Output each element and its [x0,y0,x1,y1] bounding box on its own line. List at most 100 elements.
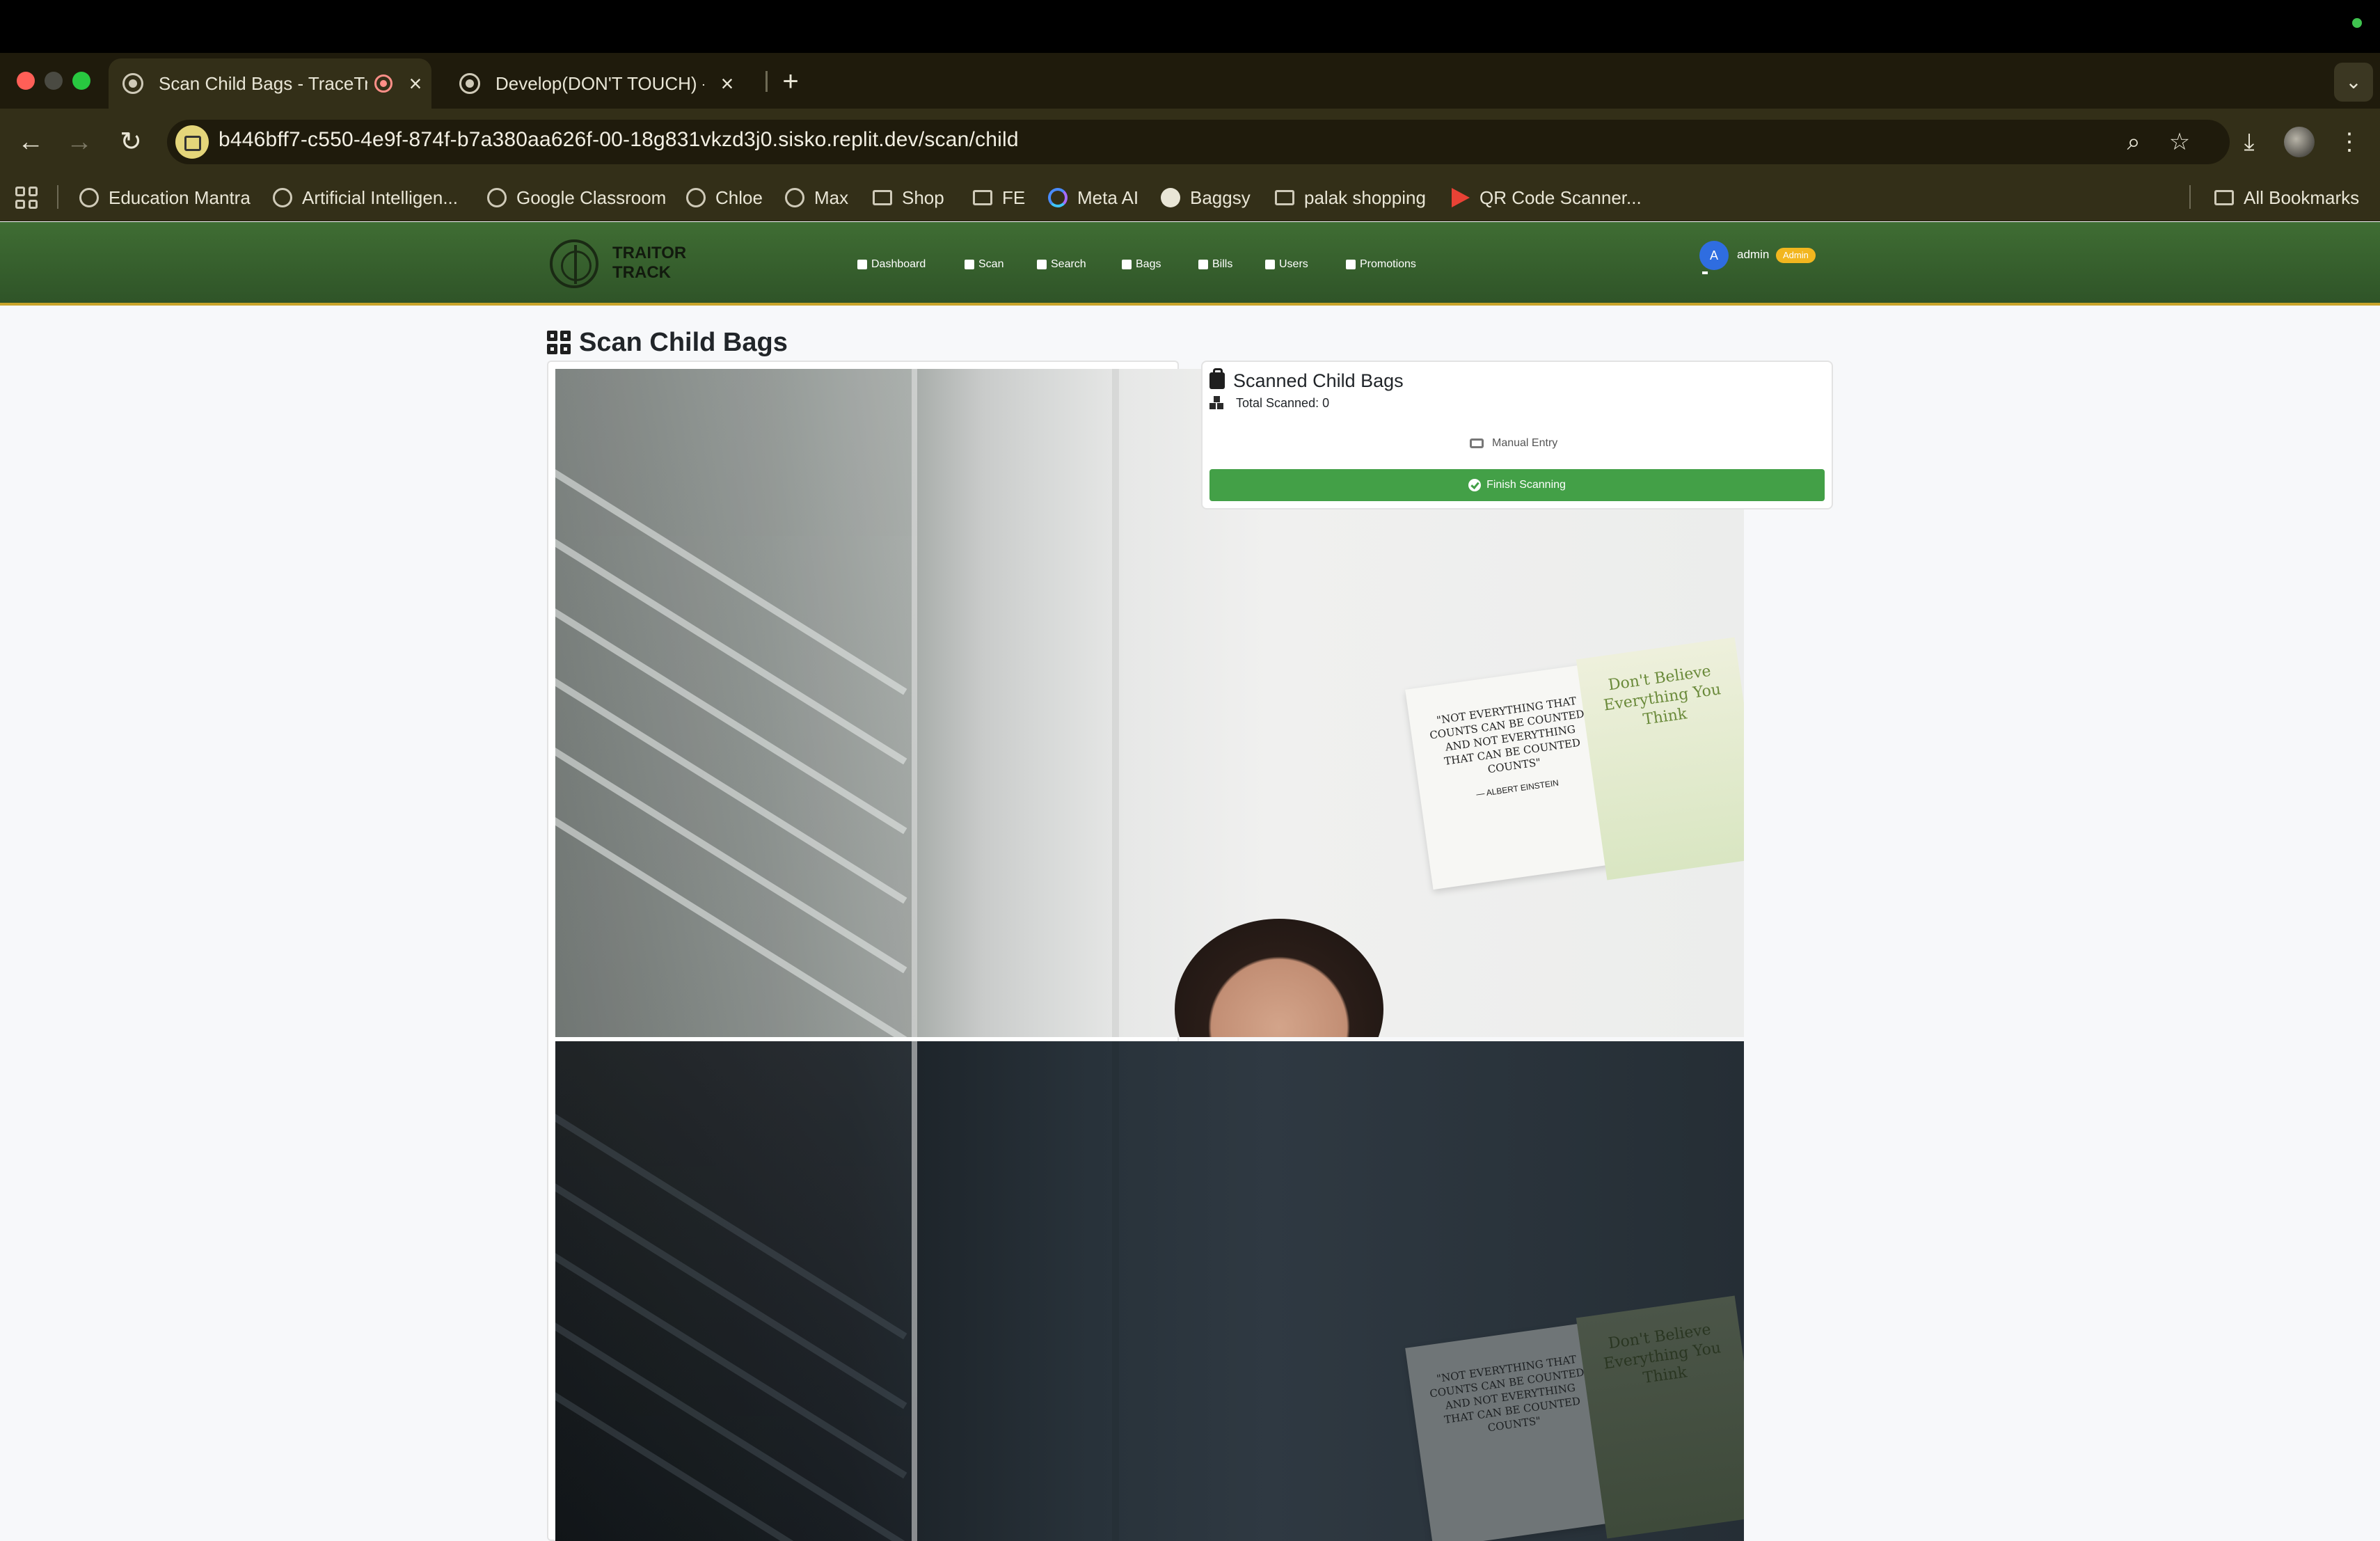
poster-quote: "NOT EVERYTHING THAT COUNTS CAN BE COUNT… [1429,1352,1588,1435]
bookmark-label: All Bookmarks [2244,187,2360,208]
boxes-icon [1209,396,1225,410]
app-logo-text[interactable]: TRAITOR TRACK [612,244,703,283]
bookmark-label: Meta AI [1077,187,1139,208]
close-icon[interactable]: × [405,72,426,95]
poster-quote: "NOT EVERYTHING THAT COUNTS CAN BE COUNT… [1429,694,1588,776]
bookmark-max[interactable]: Max [785,182,848,213]
window-zoom-button[interactable] [72,72,90,90]
nav-dashboard[interactable]: Dashboard [857,255,926,274]
camera-indicator-dot [2352,18,2362,28]
nav-bags[interactable]: Bags [1122,255,1161,274]
nav-label: Bills [1212,258,1233,270]
play-icon [1452,188,1470,207]
bags-icon [1122,260,1132,269]
page-title: Scan Child Bags [579,327,788,357]
chevron-down-icon[interactable] [1702,271,1708,274]
bookmark-palak-shopping[interactable]: palak shopping [1275,182,1426,213]
bill-icon [1198,260,1208,269]
finish-scanning-button[interactable]: Finish Scanning [1209,469,1825,501]
download-icon[interactable]: ⤓ [2232,125,2266,159]
camera-feed-secondary[interactable]: "NOT EVERYTHING THAT COUNTS CAN BE COUNT… [555,1041,1744,1541]
home-icon [857,260,867,269]
tab-develop[interactable]: Develop(DON'T TOUCH) - 50 × [445,58,765,109]
apps-grid-icon[interactable] [15,187,38,209]
bookmark-google-classroom[interactable]: Google Classroom [487,182,666,213]
folder-icon [2214,190,2234,205]
window-close-button[interactable] [17,72,35,90]
tab-search-button[interactable]: ⌄ [2334,63,2373,102]
bookmarks-separator [57,185,58,209]
bookmark-star-icon[interactable]: ☆ [2163,125,2196,159]
tab-title: Scan Child Bags - TraceTr [159,72,367,94]
poster-second-text: Don't Believe Everything You Think [1602,1320,1722,1387]
baggsy-icon [1161,188,1180,207]
bookmark-label: Artificial Intelligen... [302,187,458,208]
url-text[interactable]: b446bff7-c550-4e9f-874f-b7a380aa626f-00-… [219,128,1019,152]
bookmark-baggsy[interactable]: Baggsy [1161,182,1251,213]
profile-avatar[interactable] [2284,127,2315,157]
nav-users[interactable]: Users [1265,255,1308,274]
bookmark-education-mantra[interactable]: Education Mantra [79,182,251,213]
user-avatar[interactable]: A [1699,241,1729,270]
bookmark-label: Max [814,187,849,208]
nav-promotions[interactable]: Promotions [1346,255,1416,274]
nav-label: Promotions [1360,258,1416,270]
folder-icon [973,190,992,205]
finish-scanning-label: Finish Scanning [1486,479,1566,491]
nav-label: Search [1051,258,1086,270]
site-info-icon[interactable] [175,125,209,159]
bookmark-artificial-intelligence[interactable]: Artificial Intelligen... [273,182,458,213]
all-bookmarks[interactable]: All Bookmarks [2214,182,2359,213]
globe-icon [487,188,507,207]
bookmark-chloe[interactable]: Chloe [686,182,763,213]
bookmark-meta-ai[interactable]: Meta AI [1048,182,1139,213]
new-tab-button[interactable]: + [778,64,803,99]
search-icon [1037,260,1047,269]
globe-icon [785,188,804,207]
tab-scan-child-bags[interactable]: Scan Child Bags - TraceTr × [109,58,431,109]
nav-search[interactable]: Search [1037,255,1086,274]
reload-icon[interactable]: ↻ [114,125,148,159]
wall-edge [1112,1041,1119,1541]
bag-icon [1209,368,1225,389]
globe-icon [79,188,99,207]
more-menu-icon[interactable]: ⋮ [2333,125,2366,159]
nav-scan[interactable]: Scan [965,255,1003,274]
total-scanned-text: Total Scanned: 0 [1236,395,1330,410]
check-circle-icon [1468,479,1482,491]
bookmark-shop[interactable]: Shop [873,182,944,213]
logo-icon[interactable] [550,239,598,288]
close-icon[interactable]: × [717,72,738,95]
globe-icon [686,188,706,207]
role-badge: Admin [1776,248,1816,263]
bookmark-label: Google Classroom [516,187,667,208]
folder-icon [1275,190,1294,205]
nav-label: Bags [1136,258,1161,270]
forward-icon[interactable]: → [63,125,96,159]
bookmark-label: FE [1002,187,1026,208]
globe-icon [122,73,143,94]
window-minimize-button[interactable] [45,72,63,90]
bookmark-label: Baggsy [1190,187,1251,208]
manual-entry-button[interactable]: Manual Entry [1470,434,1557,452]
bookmark-label: Chloe [715,187,763,208]
nav-label: Scan [978,258,1004,270]
meta-icon [1048,188,1068,207]
nav-bills[interactable]: Bills [1198,255,1232,274]
tab-separator [765,71,768,92]
keyboard-icon [1470,438,1484,448]
bookmark-fe[interactable]: FE [973,182,1025,213]
bookmark-label: palak shopping [1304,187,1426,208]
bookmark-label: Shop [902,187,944,208]
user-name[interactable]: admin [1737,248,1769,262]
bookmark-qr-code-scanner[interactable]: QR Code Scanner... [1452,182,1642,213]
card-title: Scanned Child Bags [1233,370,1404,391]
back-icon[interactable]: ← [14,125,47,159]
bookmark-label: QR Code Scanner... [1479,187,1642,208]
system-top-bar [0,0,2380,53]
openai-icon [459,73,480,94]
manual-entry-label: Manual Entry [1492,437,1558,449]
nav-label: Users [1279,258,1308,270]
users-icon [1265,260,1275,269]
zoom-icon[interactable]: ⌕ [2117,125,2150,159]
